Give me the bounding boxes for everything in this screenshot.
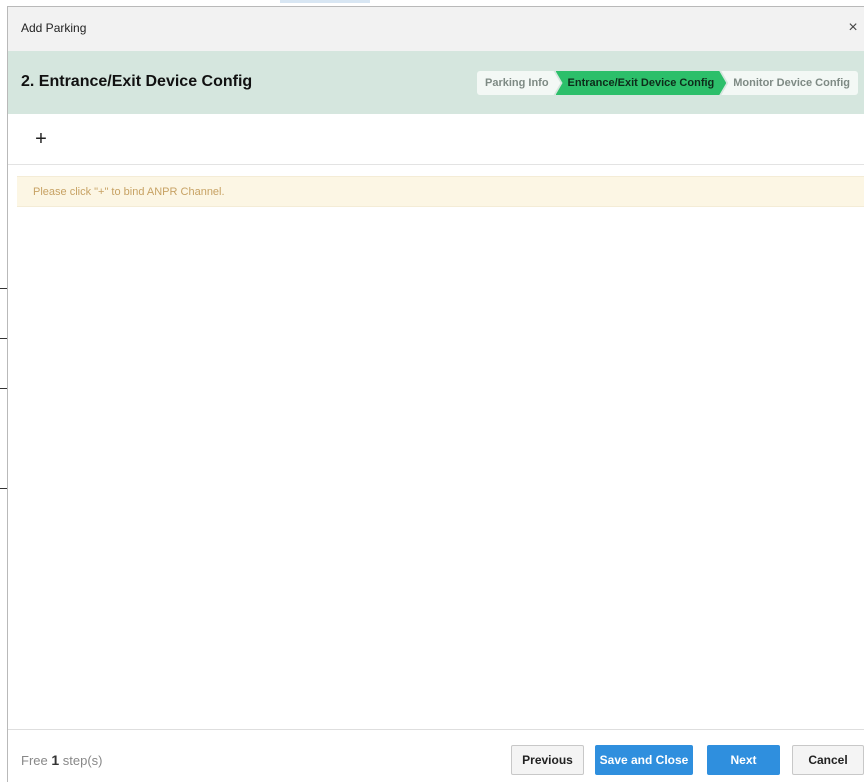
free-steps-indicator: Free 1 step(s)	[21, 752, 103, 768]
next-button[interactable]: Next	[707, 745, 780, 775]
current-step-title: 2. Entrance/Exit Device Config	[21, 73, 253, 90]
previous-button[interactable]: Previous	[511, 745, 584, 775]
background-edge-mark	[0, 488, 7, 489]
free-label: Free	[21, 753, 48, 768]
bind-channel-hint: Please click "+" to bind ANPR Channel.	[17, 176, 864, 207]
free-step-count: 1	[51, 752, 60, 768]
plus-icon[interactable]: +	[30, 128, 52, 150]
background-window-strip	[280, 0, 370, 3]
step-entrance-exit-device-config[interactable]: Entrance/Exit Device Config	[556, 71, 727, 95]
dialog-footer: Free 1 step(s) Previous Save and Close N…	[8, 729, 864, 783]
background-edge-mark	[0, 388, 7, 389]
wizard-steps: Parking Info Entrance/Exit Device Config…	[477, 71, 858, 95]
wizard-step-bar: 2. Entrance/Exit Device Config Parking I…	[8, 51, 864, 114]
add-parking-dialog: Add Parking × 2. Entrance/Exit Device Co…	[7, 6, 864, 783]
step-parking-info[interactable]: Parking Info	[477, 71, 561, 95]
free-step-suffix: step(s)	[62, 753, 103, 768]
cancel-button[interactable]: Cancel	[792, 745, 864, 775]
dialog-title: Add Parking	[21, 21, 87, 35]
channel-toolbar: +	[8, 114, 864, 165]
background-edge-mark	[0, 288, 7, 289]
dialog-titlebar: Add Parking ×	[8, 7, 864, 51]
background-edge-mark	[0, 338, 7, 339]
step-monitor-device-config[interactable]: Monitor Device Config	[721, 71, 858, 95]
hint-text: Please click "+" to bind ANPR Channel.	[33, 186, 225, 198]
close-icon[interactable]: ×	[844, 18, 862, 38]
save-and-close-button[interactable]: Save and Close	[595, 745, 693, 775]
